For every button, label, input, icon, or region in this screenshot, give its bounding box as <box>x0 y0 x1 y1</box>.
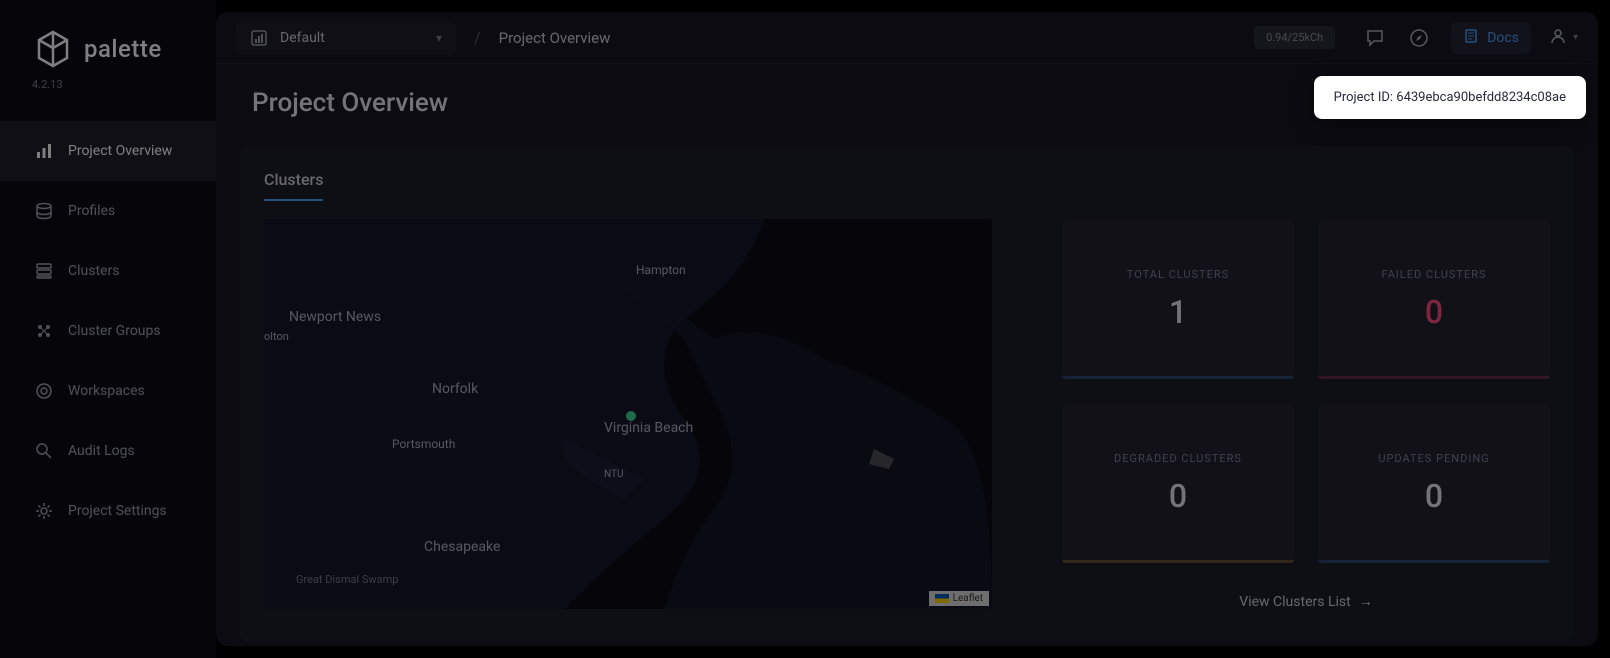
stat-value: 0 <box>1338 477 1530 515</box>
clusters-icon <box>34 261 54 281</box>
flag-icon <box>935 594 949 603</box>
topbar: Default ▾ / Project Overview 0.94/25kCh … <box>216 12 1598 64</box>
version-text: 4.2.13 <box>0 78 216 91</box>
stat-label: TOTAL CLUSTERS <box>1082 268 1274 281</box>
usage-badge: 0.94/25kCh <box>1254 26 1335 49</box>
logo: palette <box>0 28 216 70</box>
stat-value: 0 <box>1338 293 1530 331</box>
docs-button[interactable]: Docs <box>1451 22 1531 54</box>
sidebar-item-project-settings[interactable]: Project Settings <box>0 481 216 541</box>
search-icon <box>34 441 54 461</box>
stat-card-pending[interactable]: UPDATES PENDING 0 <box>1318 403 1550 563</box>
chevron-down-icon: ▾ <box>1573 32 1578 43</box>
workspaces-icon <box>34 381 54 401</box>
map-panel[interactable]: Hampton Newport News olton Norfolk Virgi… <box>264 219 992 609</box>
view-clusters-link[interactable]: View Clusters List → <box>1062 593 1550 610</box>
stats-panel: TOTAL CLUSTERS 1 FAILED CLUSTERS 0 DEGRA… <box>1062 219 1550 610</box>
map-attribution-text: Leaflet <box>953 593 983 604</box>
compass-icon[interactable] <box>1409 28 1429 48</box>
logo-text: palette <box>84 35 162 63</box>
chevron-down-icon: ▾ <box>436 31 442 45</box>
palette-logo-icon <box>32 28 74 70</box>
user-menu[interactable]: ▾ <box>1549 27 1578 49</box>
sidebar-item-label: Audit Logs <box>68 443 135 459</box>
sidebar-item-cluster-groups[interactable]: Cluster Groups <box>0 301 216 361</box>
sidebar-item-clusters[interactable]: Clusters <box>0 241 216 301</box>
breadcrumb: Project Overview <box>499 29 611 47</box>
docs-label: Docs <box>1487 30 1519 46</box>
docs-icon <box>1463 28 1479 48</box>
sidebar: palette 4.2.13 Project Overview Profiles… <box>0 0 216 658</box>
project-id-tooltip: Project ID: 6439ebca90befdd8234c08ae <box>1314 76 1586 119</box>
sidebar-item-workspaces[interactable]: Workspaces <box>0 361 216 421</box>
sidebar-item-label: Project Overview <box>68 143 172 159</box>
project-icon <box>250 29 268 47</box>
groups-icon <box>34 321 54 341</box>
arrow-right-icon: → <box>1359 593 1373 610</box>
project-selector[interactable]: Default ▾ <box>236 21 456 55</box>
user-icon <box>1549 27 1567 49</box>
stat-label: FAILED CLUSTERS <box>1338 268 1530 281</box>
sidebar-item-audit-logs[interactable]: Audit Logs <box>0 421 216 481</box>
breadcrumb-separator: / <box>474 28 481 47</box>
sidebar-item-label: Project Settings <box>68 503 167 519</box>
stat-card-degraded[interactable]: DEGRADED CLUSTERS 0 <box>1062 403 1294 563</box>
map-marker[interactable] <box>626 411 636 421</box>
stat-card-total[interactable]: TOTAL CLUSTERS 1 <box>1062 219 1294 379</box>
sidebar-item-label: Workspaces <box>68 383 145 399</box>
stat-value: 1 <box>1082 293 1274 331</box>
gear-icon <box>34 501 54 521</box>
stat-label: UPDATES PENDING <box>1338 452 1530 465</box>
sidebar-item-project-overview[interactable]: Project Overview <box>0 121 216 181</box>
page-title: Project Overview <box>252 88 448 118</box>
stat-value: 0 <box>1082 477 1274 515</box>
section-title: Clusters <box>264 170 323 201</box>
sidebar-item-label: Cluster Groups <box>68 323 161 339</box>
chart-icon <box>34 141 54 161</box>
sidebar-item-profiles[interactable]: Profiles <box>0 181 216 241</box>
project-selector-text: Default <box>280 30 436 46</box>
content-panel: Clusters Hampton Newport News olton Norf… <box>240 146 1574 642</box>
map-attribution[interactable]: Leaflet <box>929 591 989 606</box>
sidebar-item-label: Profiles <box>68 203 115 219</box>
stat-label: DEGRADED CLUSTERS <box>1082 452 1274 465</box>
chat-icon[interactable] <box>1365 28 1385 48</box>
stack-icon <box>34 201 54 221</box>
view-link-text: View Clusters List <box>1239 594 1350 610</box>
sidebar-item-label: Clusters <box>68 263 119 279</box>
stat-card-failed[interactable]: FAILED CLUSTERS 0 <box>1318 219 1550 379</box>
